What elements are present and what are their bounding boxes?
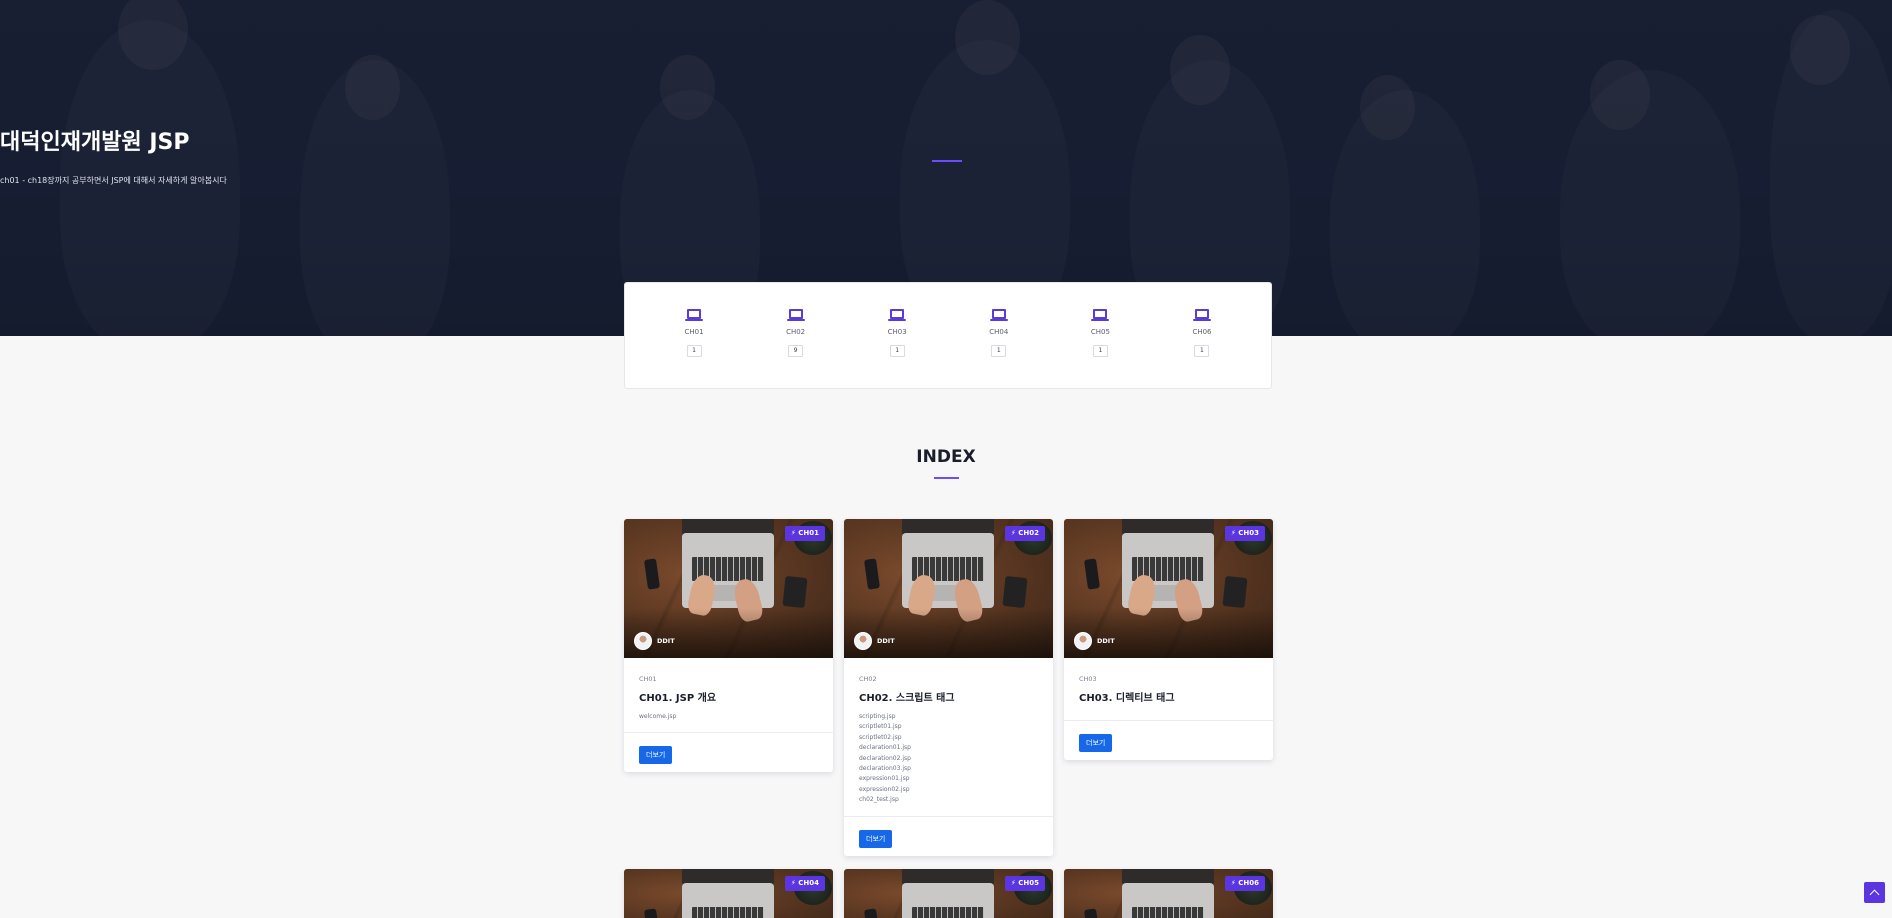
avatar (634, 632, 652, 650)
laptop-icon (685, 309, 703, 322)
card-title[interactable]: CH03. 디렉티브 태그 (1079, 689, 1258, 704)
laptop-icon (786, 309, 805, 322)
card-title[interactable]: CH02. 스크립트 태그 (859, 689, 1038, 704)
chapter-badge[interactable]: ⚡ CH05 (1004, 876, 1045, 891)
laptop-icon (989, 309, 1008, 322)
hero-title-underline (932, 160, 962, 162)
card-file-list: scripting.jsp scriptlet01.jsp scriptlet0… (859, 712, 1038, 806)
card-image[interactable]: ⚡ CH05 (844, 869, 1053, 918)
stat-count: 1 (991, 345, 1007, 357)
chapter-badge[interactable]: ⚡ CH02 (1004, 526, 1045, 541)
chapter-card-ch01: ⚡ CH01 DDIT CH01 CH01. JSP 개요 welcome.js… (624, 519, 833, 773)
laptop-icon (1091, 309, 1110, 322)
index-title: INDEX (916, 447, 976, 467)
stat-ch05[interactable]: CH05 1 (1082, 283, 1118, 388)
chapter-card-ch02: ⚡ CH02 DDIT CH02 CH02. 스크립트 태그 scripting… (844, 519, 1053, 856)
card-image[interactable]: ⚡ CH03 DDIT (1064, 519, 1273, 658)
more-button[interactable]: 더보기 (859, 829, 893, 848)
file-link[interactable]: scriptlet01.jsp (859, 722, 1038, 732)
stat-label: CH05 (1090, 328, 1110, 336)
stat-ch02[interactable]: CH02 9 (778, 283, 814, 388)
file-link[interactable]: scriptlet02.jsp (859, 733, 1038, 743)
card-author: DDIT (854, 632, 895, 650)
chapter-badge[interactable]: ⚡ CH04 (784, 876, 825, 891)
more-button[interactable]: 더보기 (1079, 734, 1113, 752)
card-author: DDIT (1074, 632, 1115, 650)
chapter-badge[interactable]: ⚡ CH01 (784, 526, 825, 541)
stat-count: 9 (788, 345, 804, 357)
card-image[interactable]: ⚡ CH06 (1064, 869, 1273, 918)
card-author: DDIT (634, 632, 675, 650)
scroll-top-button[interactable] (1864, 882, 1885, 903)
file-link[interactable]: declaration01.jsp (859, 743, 1038, 753)
laptop-icon (888, 309, 907, 322)
stat-ch03[interactable]: CH03 1 (879, 283, 915, 388)
card-category: CH02 (859, 675, 877, 683)
card-image[interactable]: ⚡ CH02 DDIT (844, 519, 1053, 658)
author-name: DDIT (1097, 637, 1115, 645)
chapter-card-ch06: ⚡ CH06 (1064, 869, 1273, 918)
more-button[interactable]: 더보기 (639, 746, 673, 765)
stat-label: CH06 (1192, 328, 1212, 336)
author-name: DDIT (877, 637, 895, 645)
file-link[interactable]: expression01.jsp (859, 774, 1038, 784)
avatar (854, 632, 872, 650)
stat-count: 1 (889, 345, 905, 357)
file-link[interactable]: expression02.jsp (859, 785, 1038, 795)
chapter-card-ch04: ⚡ CH04 (624, 869, 833, 918)
stat-count: 1 (686, 345, 702, 357)
chapter-stats-panel: CH01 1 CH02 9 CH03 1 CH04 1 CH05 1 CH06 … (624, 282, 1272, 389)
file-link[interactable]: declaration02.jsp (859, 754, 1038, 764)
chapter-badge[interactable]: ⚡ CH06 (1224, 876, 1265, 891)
avatar (1074, 632, 1092, 650)
card-image[interactable]: ⚡ CH01 DDIT (624, 519, 833, 658)
file-link[interactable]: welcome.jsp (639, 712, 818, 722)
stat-label: CH04 (989, 328, 1009, 336)
chapter-badge[interactable]: ⚡ CH03 (1224, 526, 1265, 541)
chapter-card-ch05: ⚡ CH05 (844, 869, 1053, 918)
stat-label: CH01 (684, 328, 704, 336)
hero-title: 대덕인재개발원 JSP (0, 130, 190, 155)
stat-ch01[interactable]: CH01 1 (676, 283, 712, 388)
card-title[interactable]: CH01. JSP 개요 (639, 689, 818, 704)
card-image[interactable]: ⚡ CH04 (624, 869, 833, 918)
file-link[interactable]: ch02_test.jsp (859, 795, 1038, 805)
file-link[interactable]: declaration03.jsp (859, 764, 1038, 774)
card-category: CH01 (639, 675, 657, 683)
stat-label: CH02 (786, 328, 806, 336)
card-category: CH03 (1079, 675, 1097, 683)
stat-label: CH03 (887, 328, 907, 336)
chapter-card-ch03: ⚡ CH03 DDIT CH03 CH03. 디렉티브 태그 더보기 (1064, 519, 1273, 760)
stat-count: 1 (1092, 345, 1108, 357)
laptop-icon (1192, 309, 1211, 322)
hero-subtitle: ch01 - ch18장까지 공부하면서 JSP에 대해서 자세하게 알아봅시다 (0, 176, 227, 185)
stat-ch04[interactable]: CH04 1 (981, 283, 1017, 388)
stat-count: 1 (1194, 345, 1210, 357)
card-file-list: welcome.jsp (639, 712, 818, 722)
stat-ch06[interactable]: CH06 1 (1184, 283, 1220, 388)
author-name: DDIT (657, 637, 675, 645)
index-title-underline (934, 477, 959, 479)
file-link[interactable]: scripting.jsp (859, 712, 1038, 722)
